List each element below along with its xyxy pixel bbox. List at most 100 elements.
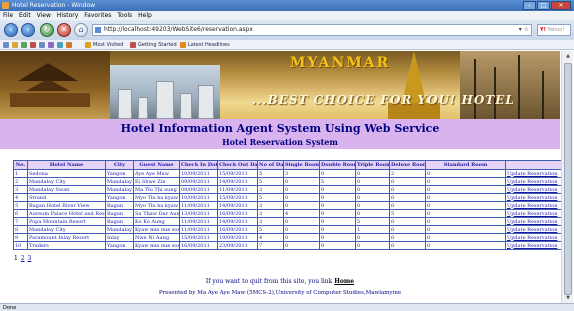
page-subtitle: Hotel Reservation System — [222, 137, 338, 147]
update-cell: Update Reservation — [505, 225, 563, 234]
update-reservation-link[interactable]: Update Reservation — [507, 243, 557, 249]
favorites-bar: Most Visited Getting Started Latest Head… — [0, 40, 574, 50]
update-reservation-link[interactable]: Update Reservation — [507, 171, 557, 177]
toolbar-icon-4[interactable] — [30, 42, 36, 48]
update-reservation-link[interactable]: Update Reservation — [507, 195, 557, 201]
menu-view[interactable]: View — [37, 11, 51, 20]
toolbar-icon-8[interactable] — [66, 42, 72, 48]
table-cell: 11/09/2011 — [217, 185, 258, 194]
table-cell: Ma Thi Thi aung — [133, 185, 180, 194]
update-reservation-link[interactable]: Update Reservation — [507, 203, 557, 209]
table-row: 3 Mandalay Swan Mandalay Ma Thi Thi aung 08/… — [13, 185, 563, 194]
table-cell: Strand — [27, 193, 106, 202]
column-header: Double Room — [319, 160, 356, 170]
update-reservation-link[interactable]: Update Reservation — [507, 211, 557, 217]
maximize-button[interactable]: □ — [537, 1, 550, 10]
forward-arrow-icon[interactable]: › — [21, 23, 35, 37]
home-icon[interactable]: ⌂ — [74, 23, 88, 37]
fav-latest-headlines[interactable]: Latest Headlines — [188, 40, 230, 50]
vertical-scrollbar[interactable]: ▲ ▼ — [561, 51, 573, 303]
update-reservation-link[interactable]: Update Reservation — [507, 235, 557, 241]
address-input[interactable]: http://localhost:49203/WebSite6/reservat… — [92, 24, 532, 36]
table-cell: Mandalay City — [27, 225, 106, 234]
scroll-up-icon[interactable]: ▲ — [564, 52, 572, 60]
table-cell: 16/09/2011 — [217, 209, 258, 218]
table-cell: Mandalay — [105, 225, 134, 234]
stop-icon[interactable]: ✕ — [57, 23, 71, 37]
toolbar-icon-5[interactable] — [39, 42, 45, 48]
table-cell: 4 — [283, 209, 320, 218]
table-cell: 5 — [257, 193, 284, 202]
fav-getting-started[interactable]: Getting Started — [138, 40, 177, 50]
update-cell: Update Reservation — [505, 217, 563, 226]
table-cell: 13/09/2011 — [179, 209, 218, 218]
table-cell: 3 — [257, 201, 284, 210]
update-cell: Update Reservation — [505, 193, 563, 202]
table-cell: 7 — [257, 241, 284, 250]
scrollbar-thumb[interactable] — [564, 63, 572, 295]
update-reservation-link[interactable]: Update Reservation — [507, 187, 557, 193]
menu-tools[interactable]: Tools — [117, 11, 132, 20]
menu-favorites[interactable]: Favorites — [84, 11, 111, 20]
table-cell: 4 — [13, 193, 28, 202]
menu-history[interactable]: History — [57, 11, 78, 20]
update-reservation-link[interactable]: Update Reservation — [507, 219, 557, 225]
toolbar-icon-3[interactable] — [21, 42, 27, 48]
column-header: Standard Room — [425, 160, 506, 170]
bookmark-star-icon[interactable]: ▾ ☆ — [519, 25, 529, 35]
reservation-table-container: No. Hotel Name City Guest Name Check In … — [13, 160, 563, 250]
table-cell: 5 — [13, 201, 28, 210]
column-header: Check In Date — [179, 160, 218, 170]
toolbar-icon-1[interactable] — [3, 42, 9, 48]
window-title-bar: Hotel Reservation - Window – □ ✕ — [0, 0, 574, 11]
pager-page-2[interactable]: 2 — [21, 255, 25, 262]
page-heading: Hotel Information Agent System Using Web… — [0, 119, 560, 149]
table-cell: 14/09/2011 — [217, 177, 258, 186]
scroll-down-icon[interactable]: ▼ — [564, 294, 572, 302]
pager-page-1: 1 — [14, 255, 18, 262]
table-cell: 23/09/2011 — [217, 241, 258, 250]
table-cell: 9 — [13, 233, 28, 242]
table-cell: 14/09/2011 — [217, 217, 258, 226]
column-header — [505, 160, 563, 170]
reload-icon[interactable]: ↻ — [40, 23, 54, 37]
update-cell: Update Reservation — [505, 201, 563, 210]
update-cell: Update Reservation — [505, 233, 563, 242]
table-cell: 16/09/2011 — [217, 225, 258, 234]
pager-page-3[interactable]: 3 — [28, 255, 32, 262]
table-cell: 0 — [389, 217, 426, 226]
status-bar: Done — [0, 303, 574, 311]
table-cell: 0 — [355, 185, 390, 194]
table-cell: 0 — [389, 193, 426, 202]
toolbar-icon-7[interactable] — [57, 42, 63, 48]
table-cell: 0 — [425, 169, 506, 178]
table-cell: 0 — [355, 241, 390, 250]
table-cell: Paramount Inlay Resort — [27, 233, 106, 242]
table-cell: 3 — [257, 185, 284, 194]
fav-most-visited[interactable]: Most Visited — [93, 40, 123, 50]
footer-credit: Presented by Ma Aye Aye Maw (5MCS-2),Uni… — [158, 290, 402, 296]
back-arrow-icon[interactable]: ‹ — [4, 23, 18, 37]
menu-edit[interactable]: Edit — [19, 11, 31, 20]
getting-started-icon — [130, 42, 136, 48]
table-cell: 08/09/2011 — [179, 185, 218, 194]
table-cell: 0 — [355, 209, 390, 218]
table-cell: 3 — [257, 217, 284, 226]
minimize-button[interactable]: – — [523, 1, 536, 10]
table-cell: 10/09/2011 — [179, 193, 218, 202]
menu-bar: File Edit View History Favorites Tools H… — [0, 11, 574, 20]
menu-help[interactable]: Help — [138, 11, 152, 20]
table-cell: Mandalay City — [27, 177, 106, 186]
update-reservation-link[interactable]: Update Reservation — [507, 179, 557, 185]
toolbar-icon-6[interactable] — [48, 42, 54, 48]
home-link[interactable]: Home — [334, 278, 354, 285]
table-header-row: No. Hotel Name City Guest Name Check In … — [13, 160, 563, 170]
table-cell: 8 — [13, 225, 28, 234]
update-reservation-link[interactable]: Update Reservation — [507, 227, 557, 233]
table-cell: Bagan — [105, 201, 134, 210]
menu-file[interactable]: File — [3, 11, 13, 20]
close-button[interactable]: ✕ — [551, 1, 571, 10]
toolbar-icon-2[interactable] — [12, 42, 18, 48]
search-input[interactable]: Y! Yahoo! — [537, 24, 571, 36]
column-header: No. — [13, 160, 28, 170]
